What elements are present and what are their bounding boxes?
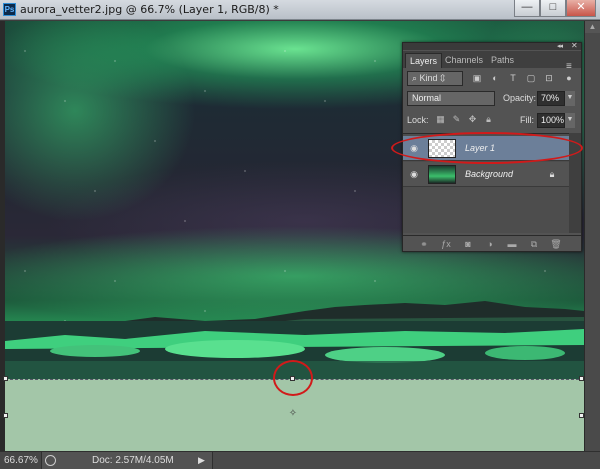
panel-header-strip: ◂◂ ✕ — [403, 41, 581, 50]
transform-handle-middle-left[interactable] — [3, 413, 8, 418]
opacity-label: Opacity: — [503, 93, 537, 103]
status-bar: 66.67% Doc: 2.57M/4.05M ▶ — [0, 451, 600, 469]
zoom-field[interactable]: 66.67% — [0, 452, 42, 469]
lock-image-pixels-icon[interactable]: ✎ — [451, 114, 462, 125]
collapse-icon[interactable]: ◂◂ — [557, 42, 563, 50]
photoshop-logo-icon: Ps — [3, 3, 16, 16]
photoshop-window: Ps aurora_vetter2.jpg @ 66.7% (Layer 1, … — [0, 0, 600, 469]
lock-label: Lock: — [407, 115, 429, 125]
tab-paths[interactable]: Paths — [487, 53, 518, 68]
filter-kind-select[interactable]: ⌕ Kind ⇕ — [407, 71, 463, 86]
close-button[interactable]: ✕ — [566, 0, 596, 17]
minimize-button[interactable]: — — [514, 0, 540, 17]
adjustment-filter-icon[interactable]: ◐ — [489, 72, 501, 84]
scroll-up-icon[interactable]: ▲ — [585, 21, 600, 33]
shape-filter-icon[interactable]: ▢ — [525, 72, 537, 84]
visibility-eye-icon[interactable]: ◉ — [408, 169, 420, 179]
blend-mode-select[interactable]: Normal — [407, 91, 495, 106]
document-info: Doc: 2.57M/4.05M — [92, 455, 174, 466]
panel-tabs: Layers Channels Paths ≡ — [403, 51, 581, 72]
type-filter-icon[interactable]: T — [507, 72, 519, 84]
layer-name: Background — [465, 169, 514, 179]
lock-transparent-pixels-icon[interactable]: ▦ — [435, 114, 446, 125]
new-group-icon[interactable]: ▬ — [505, 238, 519, 250]
tab-layers[interactable]: Layers — [405, 53, 443, 68]
panel-footer: ⚭ ƒx ◙ ◑ ▬ ⧉ 🗑︎ — [403, 235, 581, 251]
fx-icon[interactable]: ƒx — [439, 238, 453, 250]
filter-kind-label: Kind — [419, 73, 438, 83]
adjustment-layer-icon[interactable]: ◑ — [483, 238, 497, 250]
document-title: aurora_vetter2.jpg @ 66.7% (Layer 1, RGB… — [20, 3, 279, 16]
add-mask-icon[interactable]: ◙ — [461, 238, 475, 250]
fill-dropdown-icon[interactable]: ▼ — [565, 113, 575, 128]
layer-row-background[interactable]: ◉ Background 🔒︎ — [403, 162, 569, 187]
blend-opacity-row: Normal Opacity: 70% ▼ — [407, 91, 577, 107]
horizontal-scrollbar[interactable] — [212, 452, 600, 469]
layer-filter-row: ⌕ Kind ⇕ ▣ ◐ T ▢ ⊡ ● — [407, 71, 577, 87]
panel-close-icon[interactable]: ✕ — [571, 41, 578, 50]
fill-label: Fill: — [520, 115, 534, 125]
smart-object-filter-icon[interactable]: ⊡ — [543, 72, 555, 84]
status-menu-arrow-icon[interactable]: ▶ — [198, 452, 205, 469]
transform-handle-top-left[interactable] — [3, 376, 8, 381]
opacity-input[interactable]: 70% — [537, 91, 565, 106]
fill-input[interactable]: 100% — [537, 113, 565, 128]
maximize-button[interactable]: □ — [540, 0, 566, 17]
lock-all-icon[interactable]: 🔒︎ — [483, 114, 494, 125]
lock-position-icon[interactable]: ✥ — [467, 114, 478, 125]
chevron-icon: ⇕ — [437, 73, 446, 83]
image-filter-icon[interactable]: ▣ — [471, 72, 483, 84]
delete-layer-icon[interactable]: 🗑︎ — [549, 238, 563, 250]
title-bar: Ps aurora_vetter2.jpg @ 66.7% (Layer 1, … — [0, 0, 600, 20]
lock-fill-row: Lock: ▦ ✎ ✥ 🔒︎ Fill: 100% ▼ — [407, 113, 577, 129]
background-thumbnail — [428, 165, 456, 184]
search-icon: ⌕ — [412, 73, 420, 83]
annotation-oval-layer-1 — [391, 132, 583, 164]
filter-toggle-icon[interactable]: ● — [563, 72, 575, 84]
link-layers-icon[interactable]: ⚭ — [417, 238, 431, 250]
opacity-dropdown-icon[interactable]: ▼ — [565, 91, 575, 106]
transform-center-icon[interactable]: ✧ — [288, 409, 298, 419]
layers-panel: ◂◂ ✕ Layers Channels Paths ≡ ⌕ Kind ⇕ ▣ … — [391, 41, 583, 252]
blend-mode-value: Normal — [412, 93, 442, 103]
status-info-icon[interactable] — [45, 455, 56, 466]
lock-icon: 🔒︎ — [549, 169, 555, 179]
new-layer-icon[interactable]: ⧉ — [527, 238, 541, 250]
annotation-circle-handle — [273, 360, 313, 396]
vertical-scrollbar[interactable]: ▲ — [584, 21, 600, 451]
tab-channels[interactable]: Channels — [441, 53, 487, 68]
